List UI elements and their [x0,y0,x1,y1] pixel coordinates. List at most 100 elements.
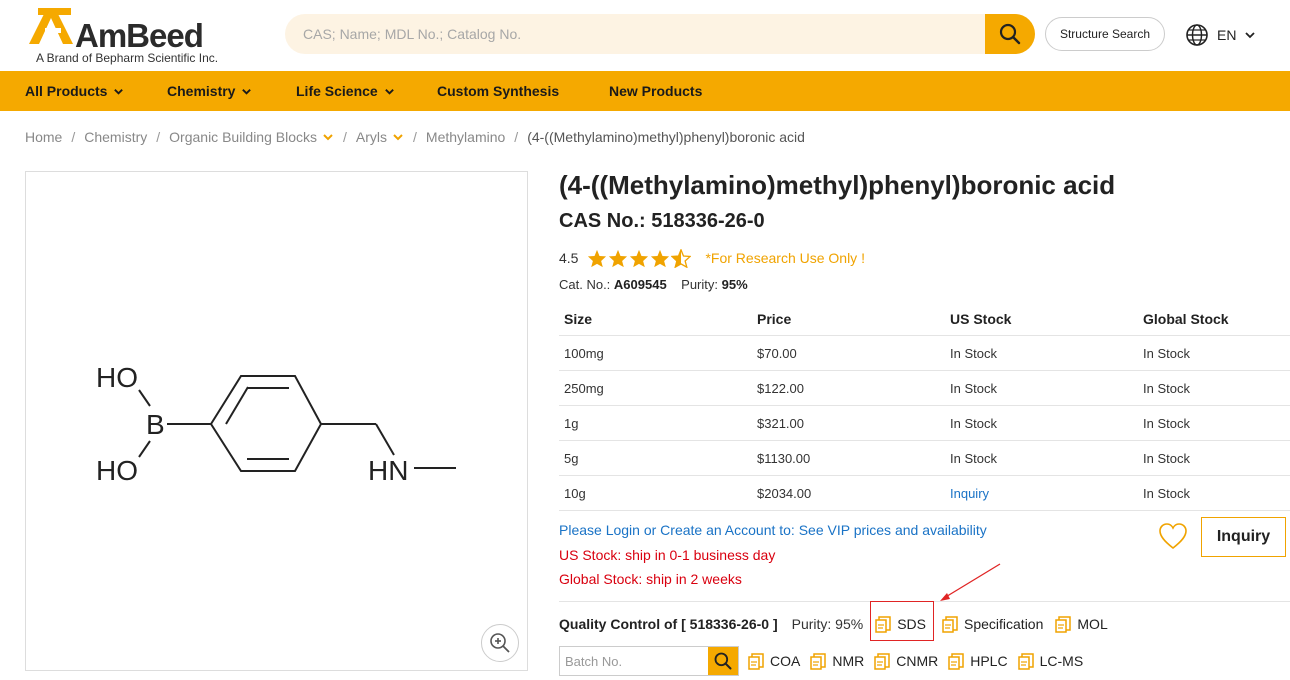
nav-chemistry[interactable]: Chemistry [167,71,252,111]
breadcrumb-current: (4-((Methylamino)methyl)phenyl)boronic a… [527,129,805,145]
lc-ms-link[interactable]: LC-MS [1017,652,1084,670]
mol-link[interactable]: MOL [1055,615,1108,633]
global-shipping-note: Global Stock: ship in 2 weeks [559,571,742,587]
cell-size: 5g [564,450,579,466]
nav-label: All Products [25,83,108,99]
breadcrumb-chemistry[interactable]: Chemistry [84,129,147,145]
qc-purity: Purity: 95% [791,616,864,632]
cell-size: 1g [564,415,579,431]
nav-custom-synthesis[interactable]: Custom Synthesis [437,71,559,111]
chevron-down-icon [242,88,252,95]
batch-search-button[interactable] [708,647,738,675]
specification-label: Specification [964,616,1044,632]
chevron-down-icon [1245,32,1256,39]
nmr-link[interactable]: NMR [810,652,864,670]
star-half-icon [671,248,692,268]
star-icon [588,249,607,267]
table-row[interactable]: 5g $1130.00 In Stock In Stock [559,441,1290,476]
cell-us-stock: In Stock [950,415,997,431]
batch-search [559,646,739,676]
table-row[interactable]: 1g $321.00 In Stock In Stock [559,406,1290,441]
nav-all-products[interactable]: All Products [25,71,124,111]
breadcrumb-dropdown[interactable] [322,131,334,143]
cell-us-stock: In Stock [950,345,997,361]
breadcrumb-separator: / [343,129,347,145]
coa-link[interactable]: COA [748,652,801,670]
column-header-size: Size [564,310,593,327]
column-header-price: Price [757,310,792,327]
cell-global-stock: In Stock [1143,380,1190,396]
nav-new-products[interactable]: New Products [609,71,702,111]
coa-label: COA [770,653,801,669]
specification-link[interactable]: Specification [942,615,1044,633]
zoom-in-icon [490,633,510,653]
cell-global-stock: In Stock [1143,415,1190,431]
structure-search-button[interactable]: Structure Search [1045,17,1165,51]
column-header-global-stock: Global Stock [1143,310,1229,327]
document-icon [1017,652,1034,670]
ambeed-logo-icon [29,8,73,44]
chemical-structure-diagram: HO B HO HN [96,362,456,486]
hplc-label: HPLC [970,653,1008,669]
cnmr-link[interactable]: CNMR [874,652,938,670]
globe-icon [1186,24,1208,46]
cell-global-stock: In Stock [1143,345,1190,361]
table-row[interactable]: 10g $2034.00 Inquiry In Stock [559,476,1290,511]
breadcrumb-dropdown[interactable] [392,131,404,143]
cell-size: 250mg [564,380,604,396]
product-cas: CAS No.: 518336-26-0 [559,210,765,232]
breadcrumb-separator: / [156,129,161,145]
login-link[interactable]: Please Login or Create an Account to: Se… [559,522,987,538]
star-icon [630,249,649,267]
cat-number: A609545 [613,277,667,292]
lc-ms-label: LC-MS [1039,653,1084,669]
cell-us-stock-inquiry-link[interactable]: Inquiry [950,476,989,510]
chevron-down-icon [393,134,403,141]
document-icon [948,652,964,670]
site-header: AmBeed A Brand of Bepharm Scientific Inc… [0,0,1290,71]
breadcrumb-aryls[interactable]: Aryls [356,129,387,145]
structure-label-ho-top: HO [96,362,138,393]
language-label: EN [1217,27,1237,43]
ambeed-logo[interactable]: AmBeed A Brand of Bepharm Scientific Inc… [25,4,240,66]
breadcrumb-separator: / [413,129,417,145]
inquiry-button[interactable]: Inquiry [1201,517,1286,557]
breadcrumb-methylamino[interactable]: Methylamino [426,129,505,145]
quality-control-row: Quality Control of [ 518336-26-0 ] Purit… [559,614,1108,634]
batch-number-input[interactable] [565,647,705,675]
search-input[interactable] [303,14,983,54]
zoom-button[interactable] [481,624,519,662]
mol-label: MOL [1077,616,1108,632]
purity-label: Purity: [681,277,718,292]
nav-label: Chemistry [167,83,236,99]
cell-price: $2034.00 [757,485,812,501]
structure-image[interactable]: HO B HO HN [25,171,528,671]
favorite-heart-icon[interactable] [1158,522,1188,550]
main-nav: All Products Chemistry Life Science Cust… [0,71,1290,111]
document-icon [874,652,890,670]
purity-value: 95% [721,277,748,292]
language-selector[interactable]: EN [1185,22,1256,48]
document-icon [1055,615,1072,633]
search-bar [285,14,1035,54]
chevron-down-icon [114,88,124,95]
table-row[interactable]: 100mg $70.00 In Stock In Stock [559,336,1290,371]
structure-label-ho-bottom: HO [96,455,138,486]
cell-us-stock: In Stock [950,450,997,466]
breadcrumb-organic-building-blocks[interactable]: Organic Building Blocks [169,129,317,145]
nav-label: New Products [609,83,703,99]
chevron-down-icon [323,134,333,141]
rating-row: 4.5 *For Research Use Only ! [559,248,865,268]
catalog-line: Cat. No.: A609545 Purity: 95% [559,277,748,292]
hplc-link[interactable]: HPLC [948,652,1008,670]
product-title: (4-((Methylamino)methyl)phenyl)boronic a… [559,170,1116,200]
table-row[interactable]: 250mg $122.00 In Stock In Stock [559,371,1290,406]
document-icon [942,615,958,633]
cell-price: $321.00 [757,415,804,431]
breadcrumb-home[interactable]: Home [25,129,62,145]
search-icon [714,652,732,670]
search-button[interactable] [985,14,1035,54]
nav-life-science[interactable]: Life Science [296,71,395,111]
cell-global-stock: In Stock [1143,450,1190,466]
cell-global-stock: In Stock [1143,485,1190,501]
